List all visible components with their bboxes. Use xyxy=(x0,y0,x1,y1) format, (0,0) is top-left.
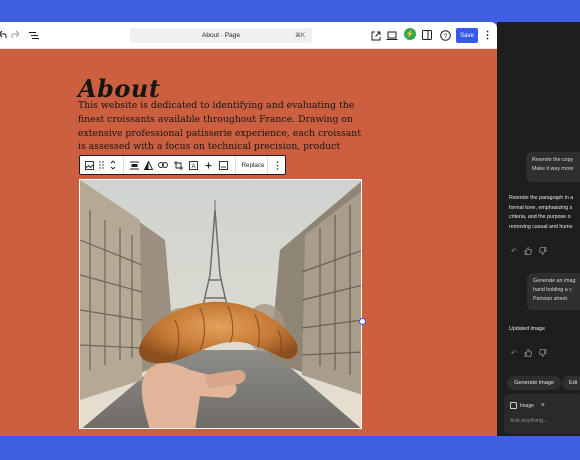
message-line: criteria, and the purpose o xyxy=(509,214,571,220)
message-line: hand holding a c xyxy=(533,287,572,293)
thumbs-up-icon[interactable] xyxy=(524,247,532,257)
image-attachment[interactable]: Image × xyxy=(510,400,545,411)
document-title: About · Page xyxy=(202,32,240,39)
message-actions: ↶ xyxy=(511,247,547,257)
replace-button[interactable]: Replace xyxy=(238,156,268,174)
document-bar[interactable]: About · Page ⌘K xyxy=(130,28,312,43)
toolbar-divider xyxy=(267,156,268,174)
message-actions: ↶ xyxy=(511,349,547,359)
resize-handle[interactable] xyxy=(359,318,366,325)
thumbs-down-icon[interactable] xyxy=(538,247,547,257)
block-toolbar: A Replace xyxy=(79,155,286,175)
message-line: Generate an imag xyxy=(533,278,576,284)
duotone-icon[interactable] xyxy=(142,156,154,174)
message-line: Rewrote the copy xyxy=(532,157,574,163)
sidebar-toggle-icon[interactable] xyxy=(421,29,433,41)
image-block-icon[interactable] xyxy=(83,156,96,174)
undo-icon[interactable]: ↶ xyxy=(511,247,517,257)
svg-text:?: ? xyxy=(443,32,447,39)
chat-input[interactable]: Ask anything... xyxy=(510,418,548,424)
image-icon xyxy=(510,402,517,409)
user-message: Rewrote the copy Make it way more xyxy=(526,152,580,182)
message-line: formal tone, emphasizing s xyxy=(509,204,573,211)
list-view-icon[interactable] xyxy=(28,29,40,41)
ai-assistant-panel: Rewrote the copy Make it way more Rewrot… xyxy=(497,22,580,436)
edit-chip[interactable]: Edi xyxy=(562,376,580,390)
message-line: Rewrote the paragraph in a xyxy=(509,195,574,201)
align-icon[interactable] xyxy=(128,156,140,174)
plugin-icon[interactable]: ⚡ xyxy=(404,28,416,40)
block-options-icon[interactable] xyxy=(271,156,283,174)
thumbs-down-icon[interactable] xyxy=(538,349,547,359)
croissant-image[interactable] xyxy=(79,179,362,429)
crop-icon[interactable] xyxy=(172,156,184,174)
message-line: removing casual and humo xyxy=(509,223,573,230)
chat-input-card: Image × Ask anything... xyxy=(504,394,580,434)
device-preview-icon[interactable] xyxy=(386,30,398,41)
generate-image-chip[interactable]: Generate image xyxy=(507,376,562,390)
assistant-message: Rewrote the paragraph in a formal tone, … xyxy=(509,194,573,232)
redo-icon[interactable] xyxy=(11,29,21,41)
svg-text:A: A xyxy=(191,164,195,170)
paragraph-block[interactable]: This website is dedicated to identifying… xyxy=(78,99,368,154)
thumbs-up-icon[interactable] xyxy=(524,349,532,359)
paris-street-croissant-picture xyxy=(80,180,361,428)
undo-icon[interactable]: ↶ xyxy=(511,349,517,359)
caption-icon[interactable] xyxy=(217,156,229,174)
save-button[interactable]: Save xyxy=(456,28,478,43)
command-shortcut: ⌘K xyxy=(294,33,305,39)
more-options-icon[interactable] xyxy=(483,29,491,41)
toolbar-divider xyxy=(235,156,236,174)
text-overlay-icon[interactable]: A xyxy=(187,156,199,174)
help-icon[interactable]: ? xyxy=(439,29,451,41)
attachment-label: Image xyxy=(520,402,534,409)
editor-window: About · Page ⌘K ⚡ ? Save About This webs… xyxy=(0,22,497,436)
external-link-icon[interactable] xyxy=(370,30,381,41)
message-line: Parisian street. xyxy=(533,296,569,302)
link-icon[interactable] xyxy=(157,156,169,174)
assistant-message: Updated image xyxy=(509,326,545,332)
toolbar-divider xyxy=(123,156,124,174)
drag-handle-icon[interactable] xyxy=(96,156,106,174)
user-message: Generate an imag hand holding a c Parisi… xyxy=(527,273,580,310)
editor-header: About · Page ⌘K ⚡ ? Save xyxy=(0,22,497,49)
close-icon[interactable]: × xyxy=(541,402,545,409)
message-line: Make it way more xyxy=(532,166,574,172)
move-up-down-icon[interactable] xyxy=(108,156,118,174)
undo-icon[interactable] xyxy=(0,29,7,41)
ai-sparkle-icon[interactable] xyxy=(202,156,214,174)
